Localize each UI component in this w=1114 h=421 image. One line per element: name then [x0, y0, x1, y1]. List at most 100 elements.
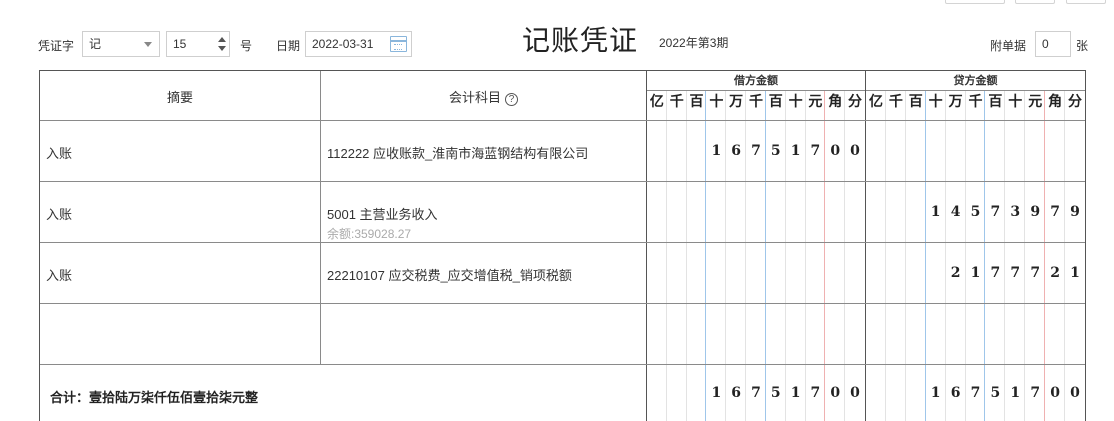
amount-digit: 0: [850, 143, 860, 159]
account-balance: 余额:359028.27: [327, 227, 412, 241]
amount-digit: [886, 182, 906, 242]
amount-digit: [746, 304, 766, 364]
amount-digit: 0: [825, 365, 845, 421]
voucher-word-label: 凭证字: [38, 39, 75, 53]
amount-digit: [706, 304, 727, 364]
accounting-period: 2022年第3期: [659, 36, 729, 50]
table-row[interactable]: 入账 22210107 应交税费_应交增值税_销项税额 2177721: [40, 243, 1085, 304]
amount-digit: [667, 182, 687, 242]
digit-unit-label: 千: [667, 91, 687, 120]
credit-amount-cell[interactable]: [866, 304, 1085, 364]
amount-digit: [985, 121, 1006, 181]
date-value: 2022-03-31: [312, 37, 374, 51]
table-row[interactable]: [40, 304, 1085, 365]
summary-cell[interactable]: 入账: [40, 243, 321, 303]
amount-digit: [946, 121, 966, 181]
amount-digit: [687, 182, 707, 242]
amount-digit: [647, 365, 667, 421]
digit-unit-label: 亿: [647, 91, 667, 120]
voucher-number-suffix: 号: [240, 39, 253, 53]
amount-digit: [647, 121, 667, 181]
amount-digit: [667, 365, 687, 421]
amount-digit: [1065, 121, 1085, 181]
amount-digit: 1: [786, 121, 806, 181]
amount-digit: [746, 182, 766, 242]
amount-digit: [647, 243, 667, 303]
amount-digit: [845, 182, 865, 242]
amount-digit: [946, 304, 966, 364]
digit-unit-label: 分: [848, 94, 863, 110]
amount-digit: [906, 304, 926, 364]
account-text: 5001 主营业务收入: [327, 207, 438, 222]
amount-digit: [906, 365, 926, 421]
voucher-number-stepper[interactable]: 15: [166, 31, 230, 57]
amount-digit: [766, 182, 786, 242]
credit-amount-cell[interactable]: [866, 121, 1085, 181]
amount-digit: 4: [946, 182, 966, 242]
attachments-count-input[interactable]: 0: [1035, 31, 1071, 57]
amount-digit: 7: [806, 365, 826, 421]
voucher-table: 摘要 会计科目? 借方金额 亿千百十万千百十元角分 贷方金额 亿千百十万千百十元…: [39, 70, 1086, 421]
amount-digit: [667, 243, 687, 303]
amount-digit: [687, 243, 707, 303]
account-cell[interactable]: 112222 应收账款_淮南市海蓝钢结构有限公司: [321, 121, 647, 181]
account-cell[interactable]: 5001 主营业务收入 余额:359028.27: [321, 182, 647, 242]
amount-digit: 1: [706, 365, 727, 421]
debit-amount-cell[interactable]: 16751700: [647, 121, 866, 181]
amount-digit: [926, 121, 946, 181]
summary-cell[interactable]: 入账: [40, 121, 321, 181]
credit-amount-cell[interactable]: 2177721: [866, 243, 1085, 303]
amount-digit: 6: [726, 121, 746, 181]
digit-unit-label: 十: [1005, 91, 1026, 120]
amount-digit: 6: [726, 365, 746, 421]
spinner-arrows-icon[interactable]: [217, 34, 227, 54]
voucher-header: 凭证字 记 15 号 日期 2022-03-31 记账凭证 2022年第3期 附…: [0, 0, 1114, 66]
amount-digit: 1: [706, 121, 727, 181]
voucher-word-select[interactable]: 记: [82, 31, 160, 57]
account-cell[interactable]: 22210107 应交税费_应交增值税_销项税额: [321, 243, 647, 303]
amount-digit: [786, 243, 806, 303]
amount-digit: [706, 243, 727, 303]
amount-digit: 0: [850, 385, 860, 401]
amount-digit: [746, 243, 766, 303]
account-cell[interactable]: [321, 304, 647, 364]
amount-digit: [966, 121, 986, 181]
table-row[interactable]: 入账 112222 应收账款_淮南市海蓝钢结构有限公司 16751700: [40, 121, 1085, 182]
amount-digit: 7: [746, 121, 766, 181]
digit-unit-label: 百: [906, 91, 926, 120]
digit-unit-label: 百: [687, 91, 707, 120]
digit-unit-label: 百: [766, 91, 786, 120]
digit-unit-label: 百: [985, 91, 1006, 120]
amount-digit: [687, 304, 707, 364]
amount-digit: 5: [966, 182, 986, 242]
summary-text: 入账: [46, 268, 73, 283]
amount-digit: [766, 243, 786, 303]
amount-digit: [886, 243, 906, 303]
summary-cell[interactable]: [40, 304, 321, 364]
amount-digit: 7: [1045, 182, 1065, 242]
amount-digit: [667, 121, 687, 181]
amount-digit: 2: [1045, 243, 1065, 303]
help-icon[interactable]: ?: [505, 93, 518, 106]
credit-total-cell: 16751700: [866, 365, 1085, 421]
debit-amount-cell[interactable]: [647, 182, 866, 242]
debit-header: 借方金额 亿千百十万千百十元角分: [647, 71, 866, 120]
amount-digit: [1025, 121, 1046, 181]
summary-cell[interactable]: 入账: [40, 182, 321, 242]
debit-amount-cell[interactable]: [647, 304, 866, 364]
date-picker[interactable]: 2022-03-31: [305, 31, 412, 57]
amount-digit: 7: [1025, 243, 1046, 303]
amount-digit: [806, 182, 826, 242]
digit-unit-label: 万: [726, 91, 746, 120]
amount-digit: 6: [946, 365, 966, 421]
page-title: 记账凭证: [522, 24, 639, 57]
debit-digit-units: 亿千百十万千百十元角分: [647, 91, 865, 120]
amount-digit: [706, 182, 727, 242]
total-row: 合计：壹拾陆万柒仟伍佰壹拾柒元整 16751700 16751700: [40, 365, 1085, 421]
credit-amount-cell[interactable]: 14573979: [866, 182, 1085, 242]
credit-digit-units: 亿千百十万千百十元角分: [866, 91, 1085, 120]
amount-digit: [985, 304, 1006, 364]
debit-amount-cell[interactable]: [647, 243, 866, 303]
table-row[interactable]: 入账 5001 主营业务收入 余额:359028.27 14573979: [40, 182, 1085, 243]
calendar-icon[interactable]: [390, 36, 407, 52]
